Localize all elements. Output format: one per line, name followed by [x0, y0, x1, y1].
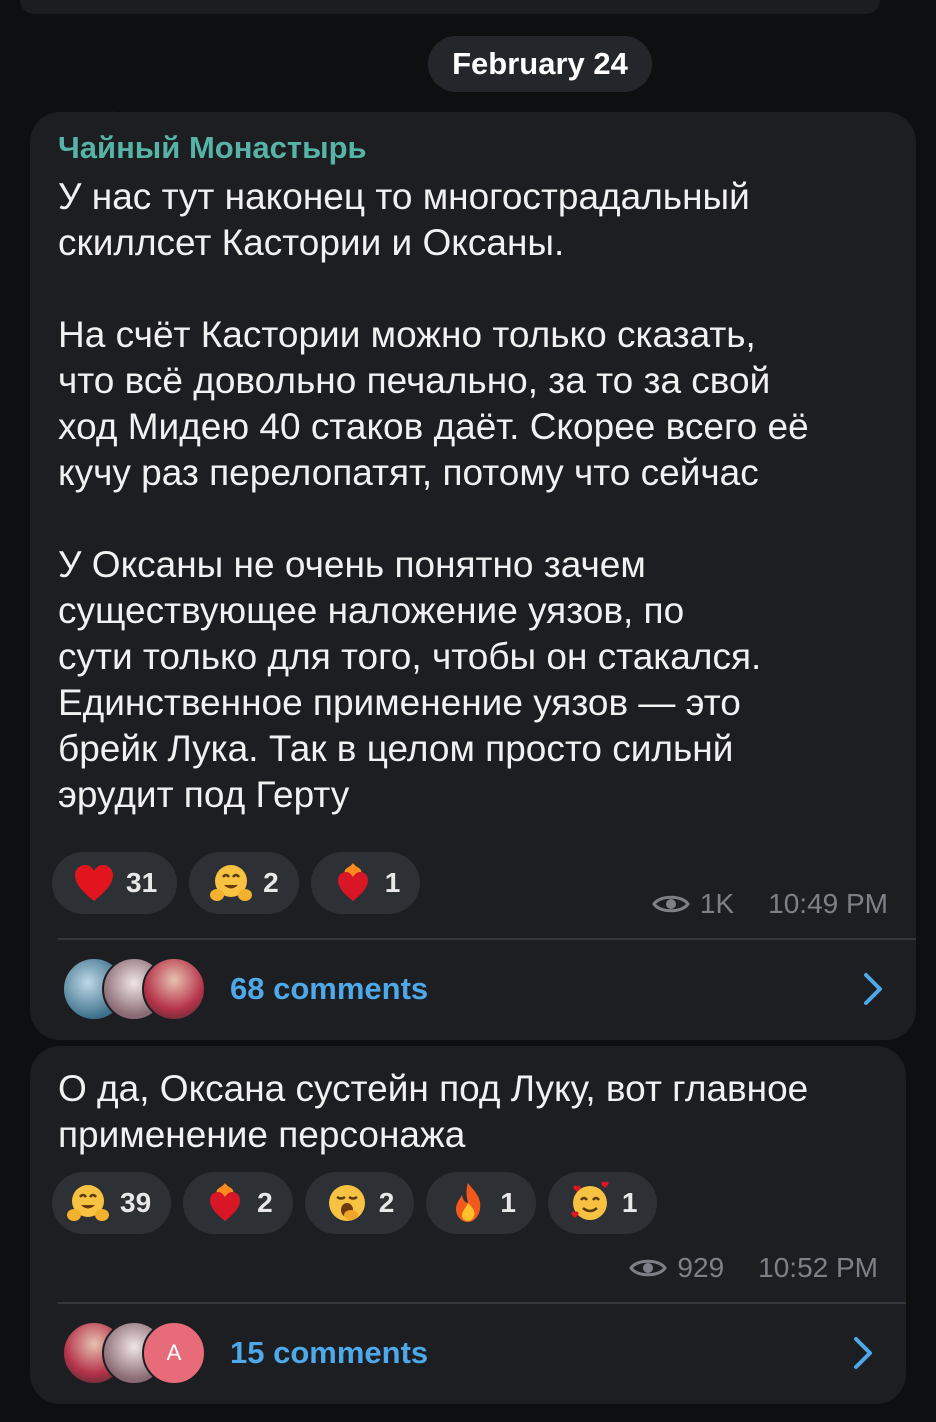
reaction-hugging-face[interactable]: 2 [189, 852, 299, 914]
heart-on-fire-icon [337, 863, 368, 901]
reaction-count: 2 [257, 1187, 273, 1218]
views-count: 1K [699, 888, 735, 919]
reaction-count: 1 [500, 1187, 516, 1218]
reaction-count: 39 [120, 1187, 152, 1218]
eye-icon [629, 1259, 668, 1277]
reaction-fire[interactable]: 1 [426, 1172, 536, 1234]
hugging-face-icon [67, 1185, 109, 1221]
post-time: 10:49 PM [768, 888, 888, 919]
reaction-smiling-face-with-hearts[interactable]: 1 [547, 1172, 658, 1234]
comments-label: 15 comments [230, 1335, 429, 1370]
post-meta: 929 10:52 PM [629, 1252, 878, 1284]
heart-on-fire-icon [210, 1183, 241, 1221]
comments-button[interactable]: A 15 comments [58, 1318, 876, 1388]
date-separator: February 24 [428, 36, 652, 92]
divider [58, 938, 916, 940]
fire-icon [456, 1183, 481, 1222]
views-count: 929 [677, 1252, 725, 1283]
reaction-yawning-face[interactable]: 2 [304, 1172, 415, 1234]
reaction-count: 1 [621, 1187, 638, 1218]
eye-icon [652, 895, 690, 913]
red-heart-icon [75, 865, 113, 901]
hugging-face-icon [210, 865, 253, 901]
reaction-count: 2 [263, 867, 279, 898]
reaction-hugging-face[interactable]: 39 [52, 1172, 172, 1234]
comments-button[interactable]: 68 comments [58, 954, 886, 1024]
reaction-heart-on-fire[interactable]: 2 [183, 1172, 293, 1234]
avatar [142, 957, 206, 1021]
channel-post[interactable]: Чайный Монастырь У нас тут наконец то мн… [30, 112, 916, 1040]
reaction-count: 31 [126, 867, 158, 898]
chevron-right-icon [854, 1337, 872, 1369]
reaction-heart-on-fire[interactable]: 1 [310, 852, 421, 914]
reactions-bar: 31 2 1 [52, 852, 421, 914]
post-time: 10:52 PM [758, 1252, 878, 1283]
channel-post[interactable]: О да, Оксана сустейн под Луку, вот главн… [30, 1046, 906, 1404]
reaction-red-heart[interactable]: 31 [52, 852, 178, 914]
avatar: A [142, 1321, 206, 1385]
chevron-right-icon [864, 973, 882, 1005]
commenter-avatars: A [58, 1321, 218, 1385]
reactions-bar: 39 2 2 1 1 [52, 1172, 658, 1234]
commenter-avatars [58, 957, 218, 1021]
smiling-face-with-hearts-icon [571, 1181, 609, 1220]
comments-label: 68 comments [230, 971, 429, 1006]
previous-message-edge [20, 0, 880, 14]
channel-name[interactable]: Чайный Монастырь [58, 130, 367, 166]
divider [58, 1302, 906, 1304]
reaction-count: 1 [384, 867, 401, 898]
yawning-face-icon [328, 1185, 365, 1221]
reaction-count: 2 [378, 1187, 395, 1218]
post-text: О да, Оксана сустейн под Луку, вот главн… [58, 1068, 809, 1155]
post-text: У нас тут наконец то многострадальный ск… [58, 176, 809, 815]
post-meta: 1K 10:49 PM [652, 888, 888, 920]
